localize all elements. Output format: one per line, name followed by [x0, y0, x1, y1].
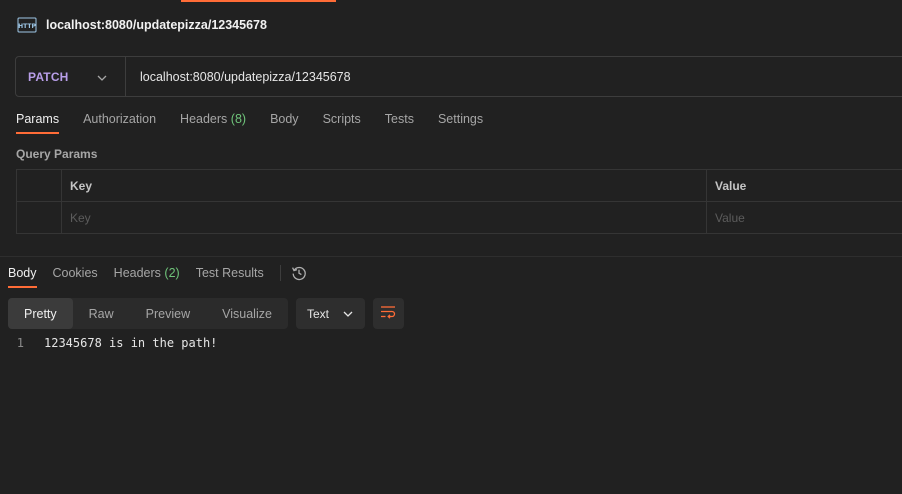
response-headers-count-badge: (2)	[164, 266, 180, 280]
url-bar: PATCH	[15, 56, 902, 97]
response-tab-headers[interactable]: Headers (2)	[114, 266, 180, 288]
key-input[interactable]: Key	[61, 201, 707, 234]
response-tab-test-results[interactable]: Test Results	[196, 266, 264, 288]
view-mode-group: Pretty Raw Preview Visualize	[8, 298, 288, 329]
table-row: Key Value	[16, 201, 902, 234]
row-checkbox-cell	[16, 201, 62, 234]
http-icon: HTTP	[16, 14, 38, 36]
tab-scripts[interactable]: Scripts	[323, 112, 361, 134]
query-params-table: Key Value Key Value	[16, 169, 902, 234]
line-number: 1	[16, 336, 24, 350]
view-mode-pretty[interactable]: Pretty	[8, 298, 73, 329]
value-input[interactable]: Value	[706, 201, 902, 234]
tab-headers[interactable]: Headers (8)	[180, 112, 246, 134]
response-divider[interactable]	[0, 256, 902, 257]
query-params-title: Query Params	[16, 147, 98, 161]
view-mode-preview[interactable]: Preview	[130, 298, 206, 329]
key-column-header: Key	[61, 169, 707, 202]
active-tab-indicator	[181, 0, 336, 2]
tab-params[interactable]: Params	[16, 112, 60, 134]
tab-body[interactable]: Body	[270, 112, 299, 134]
wrap-lines-icon	[380, 305, 396, 322]
method-label: PATCH	[28, 69, 69, 84]
response-line: 12345678 is in the path!	[44, 336, 218, 350]
view-mode-raw[interactable]: Raw	[73, 298, 130, 329]
value-column-header: Value	[706, 169, 902, 202]
chevron-down-icon	[343, 311, 353, 317]
response-tab-body[interactable]: Body	[8, 266, 37, 288]
response-body[interactable]: 1 12345678 is in the path!	[0, 336, 218, 350]
svg-text:HTTP: HTTP	[18, 23, 36, 30]
headers-count-badge: (8)	[230, 112, 247, 126]
response-tab-cookies[interactable]: Cookies	[53, 266, 98, 288]
request-tabs: Params Authorization Headers (8) Body Sc…	[16, 112, 507, 134]
tab-separator	[279, 265, 281, 281]
wrap-lines-button[interactable]	[372, 298, 404, 329]
chevron-down-icon	[97, 70, 107, 84]
tab-settings[interactable]: Settings	[438, 112, 483, 134]
view-mode-visualize[interactable]: Visualize	[206, 298, 288, 329]
url-input[interactable]	[126, 56, 902, 97]
tab-tests[interactable]: Tests	[385, 112, 414, 134]
history-icon[interactable]	[291, 265, 307, 281]
checkbox-column-header	[16, 169, 62, 202]
tab-authorization[interactable]: Authorization	[83, 112, 156, 134]
table-header-row: Key Value	[16, 169, 902, 202]
format-dropdown[interactable]: Text	[295, 298, 365, 329]
response-tabs: Body Cookies Headers (2) Test Results	[8, 265, 307, 289]
format-label: Text	[306, 306, 329, 321]
request-title-bar: HTTP localhost:8080/updatepizza/12345678	[16, 13, 267, 37]
method-dropdown[interactable]: PATCH	[16, 57, 126, 96]
request-title[interactable]: localhost:8080/updatepizza/12345678	[46, 18, 267, 32]
response-toolbar: Pretty Raw Preview Visualize Text	[8, 298, 404, 329]
